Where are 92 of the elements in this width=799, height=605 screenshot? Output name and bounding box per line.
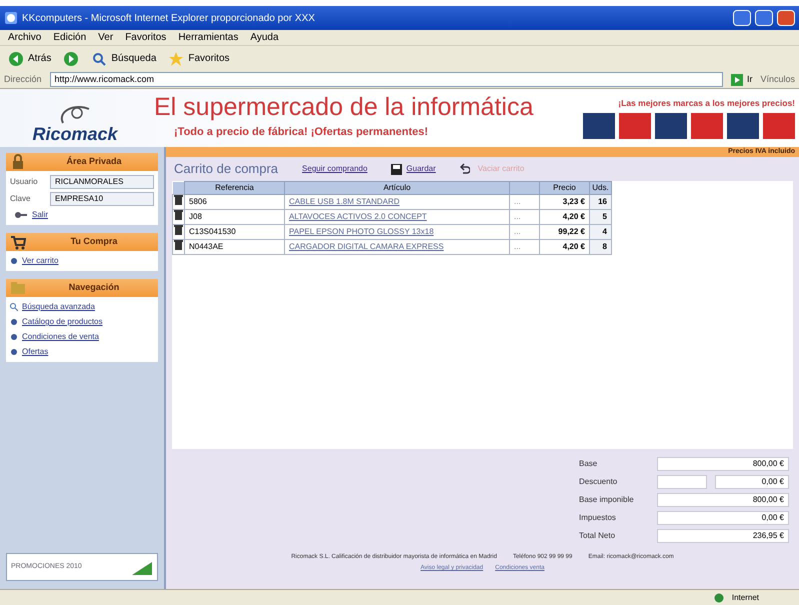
continue-link[interactable]: Seguir comprando (302, 163, 368, 175)
total-label: Descuento (579, 476, 618, 488)
total-label: Impuestos (579, 512, 617, 524)
sidebar-link[interactable]: Ver carrito (22, 255, 58, 267)
toolbar-button[interactable]: Búsqueda (91, 50, 156, 66)
menu-item[interactable]: Herramientas (178, 30, 238, 45)
total-value: 236,95 € (657, 529, 789, 543)
trash-can-icon (174, 240, 183, 250)
menu-item[interactable]: Ver (98, 30, 114, 45)
price-cell-text: 3,23 € (562, 196, 586, 208)
quantity-field[interactable]: 16 (590, 196, 611, 208)
column-header: Uds. (592, 183, 609, 192)
price-cell-text: 99,22 € (557, 226, 586, 238)
column-header: Precio (553, 183, 576, 192)
maximize-button[interactable] (755, 10, 773, 26)
input-field[interactable]: RICLANMORALES (50, 175, 154, 189)
logout-link[interactable]: Salir (32, 209, 48, 221)
column-header: Referencia (215, 183, 254, 192)
menu-item[interactable]: Ayuda (250, 30, 279, 45)
total-value: 0,00 € (657, 511, 789, 525)
links-label[interactable]: Vínculos (760, 72, 795, 86)
padlock-icon (10, 154, 26, 170)
panel-title: Tu Compra (70, 235, 118, 248)
total-label: Total Neto (579, 530, 616, 542)
sidebar-link[interactable]: Búsqueda avanzada (22, 301, 95, 313)
quantity-field[interactable]: 5 (590, 211, 611, 223)
field-label: Usuario (10, 176, 39, 188)
globe-icon (714, 592, 724, 602)
bullet-icon (10, 333, 18, 341)
article-link[interactable]: CABLE USB 1.8M STANDARD (285, 196, 509, 208)
key-icon (14, 209, 28, 221)
total-value: 800,00 € (657, 457, 789, 471)
total-value: 0,00 € (715, 475, 789, 489)
close-button[interactable] (777, 10, 795, 26)
menu-item[interactable]: Edición (53, 30, 86, 45)
article-link[interactable]: PAPEL EPSON PHOTO GLOSSY 13x18 (285, 226, 509, 238)
cart-title: Carrito de compra (174, 160, 278, 178)
magnifier-icon (10, 303, 18, 311)
star-icon (168, 50, 184, 66)
reference-cell-text: C13S041530 (188, 226, 237, 238)
toolbar-button[interactable]: Atrás (8, 50, 52, 66)
quantity-field[interactable]: 4 (590, 226, 611, 238)
total-label: Base (579, 458, 598, 470)
reference-cell-text: J08 (188, 211, 203, 223)
more-cell-text: ... (513, 226, 522, 238)
minimize-button[interactable] (733, 10, 751, 26)
total-label: Base imponible (579, 494, 635, 506)
menu-item[interactable]: Favoritos (125, 30, 166, 45)
quantity-field[interactable]: 8 (590, 241, 611, 253)
field-label: Clave (10, 193, 32, 205)
more-cell-text: ... (513, 196, 522, 208)
window-title: KKcomputers - Microsoft Internet Explorer proporcionado por XXX (22, 12, 316, 26)
toolbar-button[interactable]: Favoritos (168, 50, 230, 66)
article-link[interactable]: ALTAVOCES ACTIVOS 2.0 CONCEPT (285, 211, 509, 223)
go-button[interactable]: Ir (730, 72, 752, 86)
discount-field[interactable] (657, 475, 707, 489)
sidebar-link[interactable]: Catálogo de productos (22, 316, 102, 328)
trash-can-icon (174, 195, 183, 205)
headline: El supermercado de la informática (154, 95, 534, 120)
address-label: Dirección (4, 72, 42, 86)
brands-slogan: ¡Las mejores marcas a los mejores precios! (618, 96, 795, 110)
reference-cell-text: N0443AE (188, 241, 224, 253)
forward-button[interactable] (63, 50, 80, 66)
input-field[interactable]: EMPRESA10 (50, 192, 154, 206)
bullet-icon (10, 257, 18, 265)
browser-icon (4, 11, 18, 25)
reference-cell-text: 5806 (188, 196, 208, 208)
panel-title: Área Privada (65, 155, 123, 168)
more-cell-text: ... (513, 241, 522, 253)
status-zone: Internet (732, 592, 759, 604)
bullet-icon (10, 348, 18, 356)
save-button[interactable]: Guardar (391, 163, 436, 175)
menu-item[interactable]: Archivo (8, 30, 42, 45)
sidebar-link[interactable]: Condiciones de venta (22, 331, 99, 343)
price-cell-text: 4,20 € (562, 241, 586, 253)
bullet-icon (10, 318, 18, 326)
article-link[interactable]: CARGADOR DIGITAL CAMARA EXPRESS (285, 241, 509, 253)
folder-icon (10, 280, 26, 296)
trash-can-icon (174, 210, 183, 220)
more-cell-text: ... (513, 211, 522, 223)
price-cell-text: 4,20 € (562, 211, 586, 223)
undo-arrow-icon (460, 163, 470, 175)
panel-title: Navegación (68, 281, 120, 294)
total-value: 800,00 € (657, 493, 789, 507)
address-field[interactable]: http://www.ricomack.com (50, 72, 723, 87)
column-header: Artículo (383, 183, 411, 192)
cart-icon (10, 234, 26, 250)
subline: ¡Todo a precio de fábrica! ¡Ofertas permanentes! (173, 125, 430, 140)
trash-can-icon (174, 225, 183, 235)
search-icon (91, 50, 108, 66)
logo-text: Ricomack (32, 125, 118, 143)
sidebar-link[interactable]: Ofertas (22, 346, 48, 358)
